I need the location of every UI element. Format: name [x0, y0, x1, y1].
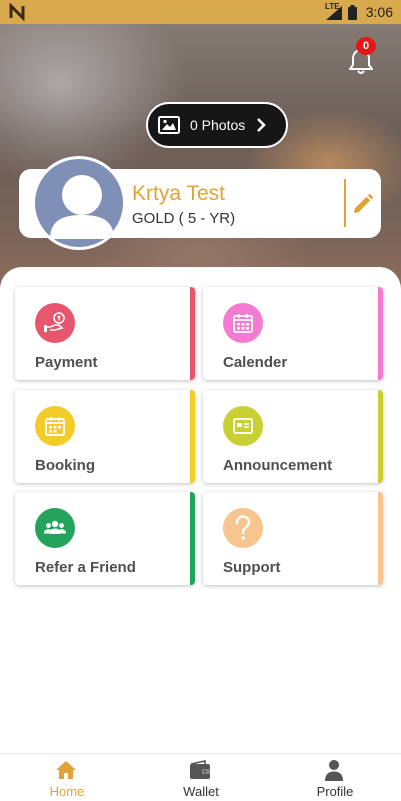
edit-profile-icon[interactable]	[351, 192, 375, 216]
nav-home[interactable]: Home	[0, 754, 134, 801]
tile-accent-stripe	[190, 390, 195, 483]
announcement-icon	[223, 406, 263, 446]
signal-icon	[326, 6, 342, 20]
bottom-navigation: Home Wallet Profile	[0, 753, 401, 801]
photos-button[interactable]: 0 Photos	[146, 102, 288, 148]
tile-accent-stripe	[378, 287, 383, 380]
booking-tile[interactable]: Booking	[15, 390, 195, 483]
avatar[interactable]	[32, 156, 126, 250]
refer-friend-icon	[35, 508, 75, 548]
status-bar: LTE 3:06	[0, 0, 401, 24]
app-logo-icon	[9, 3, 25, 21]
tile-accent-stripe	[190, 492, 195, 585]
nav-profile-label: Profile	[316, 784, 354, 799]
refer-friend-label: Refer a Friend	[35, 559, 136, 576]
image-icon	[158, 116, 180, 134]
support-tile[interactable]: Support	[203, 492, 383, 585]
support-label: Support	[223, 559, 281, 576]
membership-plan: GOLD ( 5 - YR)	[132, 210, 236, 227]
payment-label: Payment	[35, 354, 98, 371]
wallet-icon	[190, 760, 210, 779]
status-time: 3:06	[365, 4, 393, 20]
nav-wallet[interactable]: Wallet	[134, 754, 268, 801]
payment-icon	[35, 303, 75, 343]
booking-icon	[35, 406, 75, 446]
calendar-label: Calender	[223, 354, 288, 371]
notification-count-badge: 0	[356, 37, 376, 55]
refer-friend-tile[interactable]: Refer a Friend	[15, 492, 195, 585]
payment-tile[interactable]: Payment	[15, 287, 195, 380]
tile-accent-stripe	[378, 492, 383, 585]
support-icon	[223, 508, 263, 548]
booking-label: Booking	[35, 457, 95, 474]
home-icon	[56, 761, 76, 779]
card-divider	[344, 179, 346, 227]
nav-wallet-label: Wallet	[183, 784, 219, 799]
battery-icon	[348, 5, 357, 20]
announcement-tile[interactable]: Announcement	[203, 390, 383, 483]
tile-accent-stripe	[190, 287, 195, 380]
announcement-label: Announcement	[223, 457, 333, 474]
nav-profile[interactable]: Profile	[268, 754, 401, 801]
calendar-tile[interactable]: Calender	[203, 287, 383, 380]
nav-home-label: Home	[49, 784, 85, 799]
calendar-icon	[223, 303, 263, 343]
profile-icon	[325, 760, 343, 781]
photos-label: 0 Photos	[190, 117, 246, 133]
user-name: Krtya Test	[132, 182, 225, 205]
chevron-right-icon	[257, 118, 266, 132]
tile-accent-stripe	[378, 390, 383, 483]
